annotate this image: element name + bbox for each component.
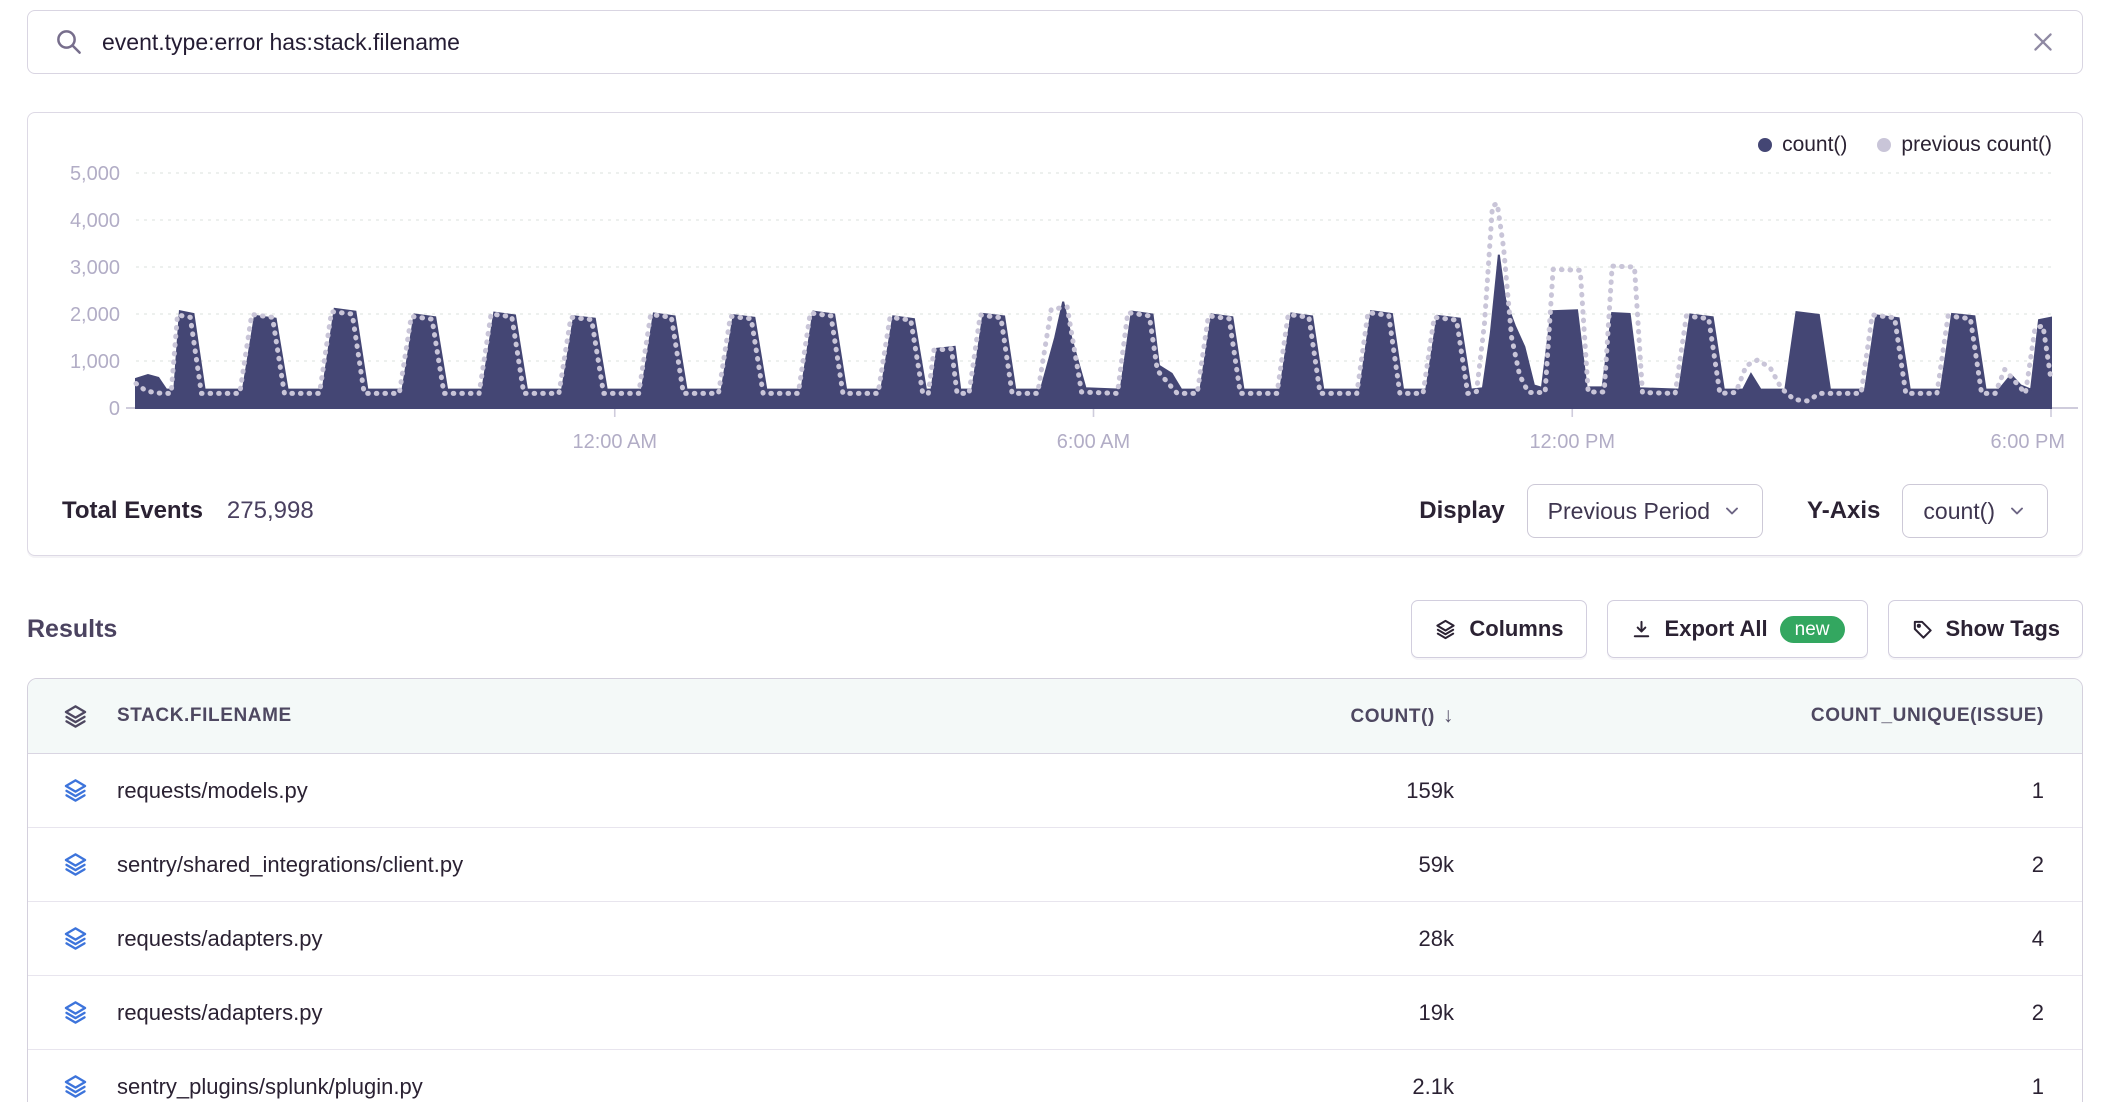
svg-text:6:00 PM: 6:00 PM [1991, 431, 2065, 453]
count-value: 28k [1142, 926, 1482, 952]
columns-button[interactable]: Columns [1411, 600, 1586, 658]
svg-text:1,000: 1,000 [70, 351, 120, 373]
svg-text:2,000: 2,000 [70, 304, 120, 326]
column-header-count-label: COUNT() [1350, 706, 1434, 727]
table-body: requests/models.py159k1 sentry/shared_in… [28, 754, 2082, 1102]
legend-dot-previous-count [1877, 138, 1891, 152]
stack-context-icon[interactable] [62, 777, 89, 804]
total-events-value: 275,998 [227, 497, 314, 525]
svg-text:6:00 AM: 6:00 AM [1057, 431, 1130, 453]
tag-icon [1911, 618, 1934, 641]
legend-label-count: count() [1782, 133, 1847, 157]
total-events-label: Total Events [62, 497, 203, 525]
search-bar [27, 10, 2083, 74]
column-header-count-unique-label: COUNT_UNIQUE(ISSUE) [1811, 705, 2044, 726]
discover-page: count() previous count() 0 1,000 2,000 3,00… [0, 0, 2110, 1102]
sort-desc-icon: ↓ [1443, 704, 1454, 727]
table-row[interactable]: requests/models.py 159k1 [28, 754, 2082, 828]
stack-context-icon[interactable] [62, 999, 89, 1026]
layers-icon[interactable] [62, 703, 89, 730]
export-all-button-label: Export All [1665, 616, 1768, 642]
stack-filename-value: sentry/shared_integrations/client.py [117, 852, 463, 878]
stack-filename-value: requests/adapters.py [117, 1000, 322, 1026]
chevron-down-icon [1722, 501, 1742, 521]
events-area-chart: 0 1,000 2,000 3,000 4,000 5,000 12:00 AM 6:00 A… [28, 161, 2084, 461]
show-tags-button-label: Show Tags [1946, 616, 2061, 642]
count-value: 19k [1142, 1000, 1482, 1026]
legend-item-count[interactable]: count() [1758, 133, 1847, 157]
count-unique-value: 4 [1482, 926, 2082, 952]
legend-item-previous-count[interactable]: previous count() [1877, 133, 2052, 157]
svg-text:12:00 AM: 12:00 AM [572, 431, 657, 453]
events-chart-panel: count() previous count() 0 1,000 2,000 3,00… [27, 112, 2083, 556]
column-header-count-unique[interactable]: COUNT_UNIQUE(ISSUE) [1482, 705, 2082, 727]
count-unique-value: 1 [1482, 1074, 2082, 1100]
count-unique-value: 1 [1482, 778, 2082, 804]
svg-text:4,000: 4,000 [70, 210, 120, 232]
column-header-stack-filename[interactable]: STACK.FILENAME [28, 703, 1142, 730]
stack-filename-value: sentry_plugins/splunk/plugin.py [117, 1074, 423, 1100]
column-header-stack-filename-label: STACK.FILENAME [117, 705, 292, 727]
stack-filename-value: requests/models.py [117, 778, 308, 804]
yaxis-dropdown-value: count() [1923, 498, 1995, 525]
layers-icon [1434, 618, 1457, 641]
count-unique-value: 2 [1482, 852, 2082, 878]
stack-filename-value: requests/adapters.py [117, 926, 322, 952]
chevron-down-icon [2007, 501, 2027, 521]
svg-text:12:00 PM: 12:00 PM [1529, 431, 1615, 453]
columns-button-label: Columns [1469, 616, 1563, 642]
show-tags-button[interactable]: Show Tags [1888, 600, 2084, 658]
table-row[interactable]: requests/adapters.py 19k2 [28, 976, 2082, 1050]
svg-text:5,000: 5,000 [70, 163, 120, 185]
results-table: STACK.FILENAME COUNT() ↓ COUNT_UNIQUE(ISS… [27, 678, 2083, 1102]
display-label: Display [1419, 497, 1504, 525]
stack-context-icon[interactable] [62, 925, 89, 952]
chart-legend: count() previous count() [28, 113, 2082, 161]
table-row[interactable]: sentry_plugins/splunk/plugin.py 2.1k1 [28, 1050, 2082, 1102]
display-dropdown[interactable]: Previous Period [1527, 484, 1763, 538]
new-badge: new [1780, 616, 1845, 643]
yaxis-label: Y-Axis [1807, 497, 1880, 525]
stack-context-icon[interactable] [62, 851, 89, 878]
search-input[interactable] [102, 29, 2012, 56]
table-row[interactable]: requests/adapters.py 28k4 [28, 902, 2082, 976]
chart-footer: Total Events 275,998 Display Previous Pe… [28, 461, 2082, 555]
results-title: Results [27, 615, 117, 644]
table-header-row: STACK.FILENAME COUNT() ↓ COUNT_UNIQUE(ISS… [28, 679, 2082, 754]
table-row[interactable]: sentry/shared_integrations/client.py 59k2 [28, 828, 2082, 902]
display-dropdown-value: Previous Period [1548, 498, 1710, 525]
count-value: 2.1k [1142, 1074, 1482, 1100]
legend-dot-count [1758, 138, 1772, 152]
column-header-count[interactable]: COUNT() ↓ [1142, 704, 1482, 728]
count-value: 59k [1142, 852, 1482, 878]
download-icon [1630, 618, 1653, 641]
svg-text:3,000: 3,000 [70, 257, 120, 279]
export-all-button[interactable]: Export All new [1607, 600, 1868, 658]
legend-label-previous-count: previous count() [1901, 133, 2052, 157]
chart-plot-area: 0 1,000 2,000 3,000 4,000 5,000 12:00 AM 6:00 A… [28, 161, 2082, 461]
yaxis-dropdown[interactable]: count() [1902, 484, 2048, 538]
clear-search-icon[interactable] [2030, 29, 2056, 55]
search-icon [54, 27, 84, 57]
results-header-row: Results Columns Export All new [27, 600, 2083, 658]
count-value: 159k [1142, 778, 1482, 804]
svg-text:0: 0 [109, 398, 120, 420]
count-unique-value: 2 [1482, 1000, 2082, 1026]
stack-context-icon[interactable] [62, 1073, 89, 1100]
